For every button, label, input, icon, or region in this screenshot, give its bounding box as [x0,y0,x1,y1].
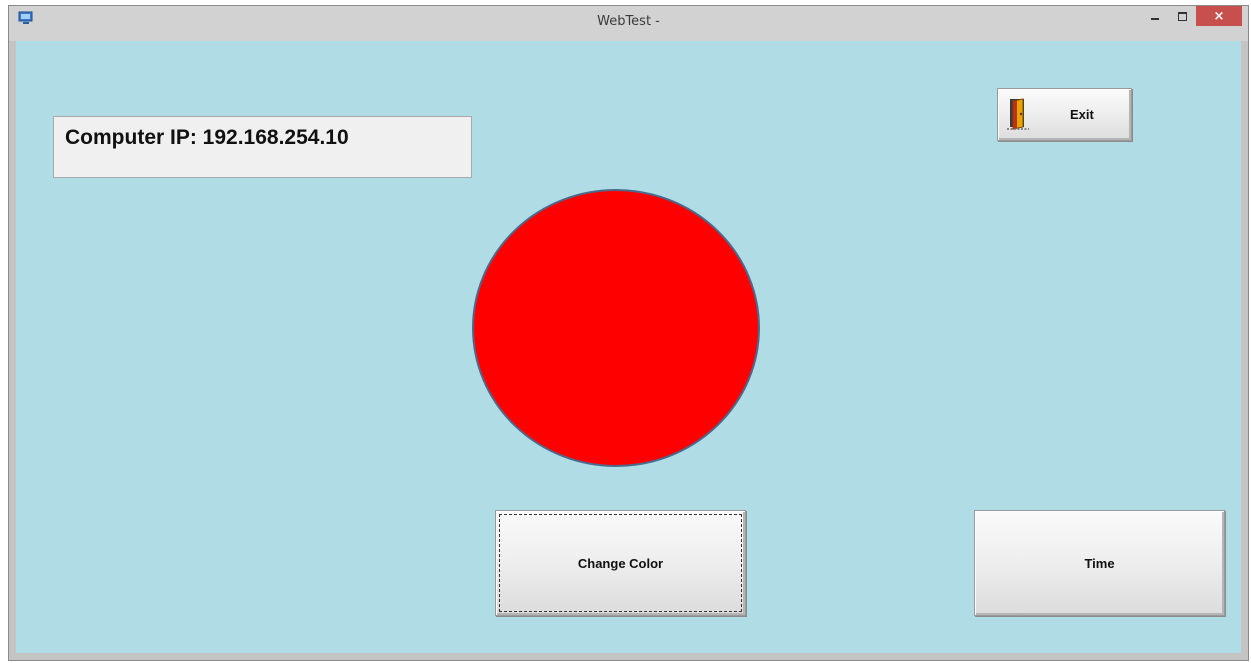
change-color-button[interactable]: Change Color [495,510,746,616]
close-icon: × [1213,8,1225,24]
app-window: WebTest - × Computer IP: 192.168.254.10 [8,5,1249,661]
computer-ip-label: Computer IP: 192.168.254.10 [65,126,349,149]
exit-button[interactable]: Exit [997,88,1132,141]
exit-button-label: Exit [1070,107,1094,122]
change-color-button-label: Change Color [577,555,664,571]
close-button[interactable]: × [1196,6,1242,26]
client-area: Computer IP: 192.168.254.10 Exit Change … [16,41,1241,653]
minimize-button[interactable] [1142,6,1168,26]
time-button-label: Time [1084,555,1115,571]
maximize-icon [1177,11,1187,21]
indicator-fill [472,189,760,467]
status-indicator-circle [472,189,760,467]
exit-door-icon [1007,97,1035,131]
minimize-icon [1151,18,1159,20]
maximize-button[interactable] [1169,6,1195,26]
window-title: WebTest - [597,14,660,29]
ip-address-panel: Computer IP: 192.168.254.10 [53,116,472,178]
time-button[interactable]: Time [974,510,1225,616]
title-bar[interactable]: WebTest - × [9,6,1248,41]
